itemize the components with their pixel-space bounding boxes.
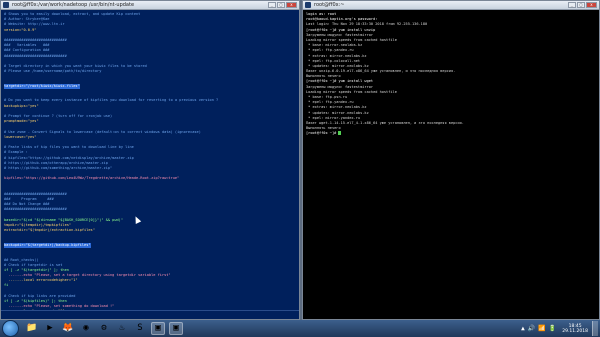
editor-window[interactable]: root@ff0x:/var/work/nadetoop /usr/bin/nt… <box>0 0 300 320</box>
tray-icon[interactable]: ▲ <box>521 325 525 332</box>
terminal-line: [root@ff0x ~]# <box>306 131 596 136</box>
steam-icon[interactable]: ♨ <box>115 322 129 335</box>
firefox-icon[interactable]: 🦊 <box>61 322 75 335</box>
putty-window-icon <box>3 2 9 8</box>
editor-titlebar[interactable]: root@ff0x:/var/work/nadetoop /usr/bin/nt… <box>1 1 299 10</box>
editor-status-bar <box>1 310 299 319</box>
start-button[interactable] <box>2 320 19 337</box>
minimize-button[interactable]: _ <box>568 2 576 8</box>
minimize-button[interactable]: _ <box>268 2 276 8</box>
maximize-button[interactable]: □ <box>577 2 585 8</box>
tray-icon[interactable]: 📶 <box>538 325 545 332</box>
putty-icon[interactable]: ▣ <box>151 322 165 335</box>
putty-window-icon <box>305 2 311 8</box>
terminal-title: root@ff0x:~ <box>314 2 345 8</box>
editor-line: extractdir="$(tmpdir)/extraction-kipfile… <box>4 228 95 233</box>
close-button[interactable]: x <box>586 2 597 8</box>
clock-date: 29.11.2018 <box>562 328 588 334</box>
tray-icon[interactable]: 🔋 <box>549 325 556 332</box>
system-tray: ▲ 🔊 📶 🔋 18:45 29.11.2018 <box>518 321 598 336</box>
settings-icon[interactable]: ⚙ <box>97 322 111 335</box>
show-desktop-button[interactable] <box>592 321 598 336</box>
tray-icon[interactable]: 🔊 <box>528 325 535 332</box>
taskbar: 📁 ▶ 🦊 ◉ ⚙ ♨ S ▣ ▣ ▲ 🔊 📶 🔋 18:45 29.11.2018 <box>0 320 600 337</box>
close-button[interactable]: x <box>286 2 297 8</box>
explorer-icon[interactable]: 📁 <box>25 322 39 335</box>
terminal-titlebar[interactable]: root@ff0x:~ _ □ x <box>303 1 599 10</box>
editor-line: targetdir="/root/kiwix/kiwix-files" <box>4 84 80 90</box>
taskbar-items: 📁 ▶ 🦊 ◉ ⚙ ♨ S ▣ ▣ <box>25 322 187 335</box>
terminal-output[interactable]: login as: root root@kaoud.kaptin.org's pa… <box>303 10 599 137</box>
skype-icon[interactable]: S <box>133 322 147 335</box>
maximize-button[interactable]: □ <box>277 2 285 8</box>
terminal-cursor <box>338 131 342 136</box>
tray-icons: ▲ 🔊 📶 🔋 <box>518 325 556 332</box>
putty-icon-2[interactable]: ▣ <box>169 322 183 335</box>
clock[interactable]: 18:45 29.11.2018 <box>562 324 588 334</box>
editor-text-area[interactable]: # Shows you to easily download, extract,… <box>1 10 299 319</box>
editor-line: backupdir="$(targetdir)/backup-kipfiles" <box>4 243 91 249</box>
editor-title: root@ff0x:/var/work/nadetoop /usr/bin/nt… <box>12 2 135 8</box>
chrome-icon[interactable]: ◉ <box>79 322 93 335</box>
terminal-window[interactable]: root@ff0x:~ _ □ x login as: root root@kao… <box>302 0 600 320</box>
media-player-icon[interactable]: ▶ <box>43 322 57 335</box>
editor-line: # Please use /home/username/path/to/dire… <box>4 69 102 74</box>
